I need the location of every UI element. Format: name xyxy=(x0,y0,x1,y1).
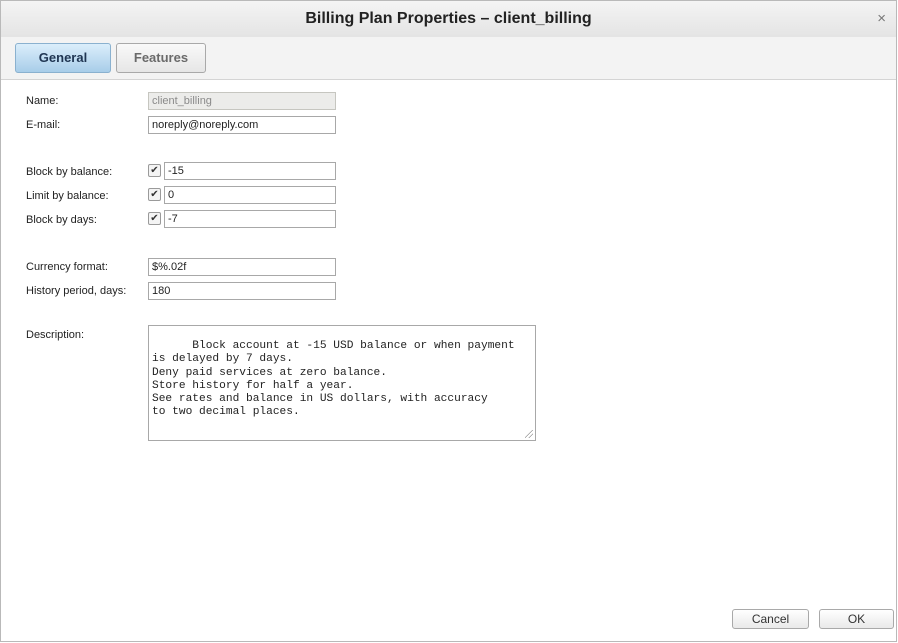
history-period-field[interactable] xyxy=(148,282,336,300)
description-label: Description: xyxy=(26,329,85,341)
name-label: Name: xyxy=(26,95,59,107)
block-by-balance-checkbox[interactable]: ✔ xyxy=(148,164,161,177)
tab-bar: General Features xyxy=(1,37,896,80)
billing-plan-dialog: Billing Plan Properties – client_billing… xyxy=(0,0,897,642)
dialog-title: Billing Plan Properties – client_billing xyxy=(305,10,592,27)
close-icon[interactable]: × xyxy=(877,11,886,27)
block-by-balance-field[interactable] xyxy=(164,162,336,180)
block-by-days-field[interactable] xyxy=(164,210,336,228)
currency-format-label: Currency format: xyxy=(26,261,108,273)
block-by-days-label: Block by days: xyxy=(26,214,97,226)
email-field[interactable] xyxy=(148,116,336,134)
name-field[interactable] xyxy=(148,92,336,110)
checkmark-icon: ✔ xyxy=(150,165,159,176)
general-tab-panel: Name: E-mail: Block by balance: ✔ Limit … xyxy=(1,80,896,640)
history-period-label: History period, days: xyxy=(26,285,127,297)
cancel-button[interactable]: Cancel xyxy=(732,609,809,629)
checkmark-icon: ✔ xyxy=(150,189,159,200)
tab-features[interactable]: Features xyxy=(116,43,206,73)
checkmark-icon: ✔ xyxy=(150,213,159,224)
tab-general[interactable]: General xyxy=(15,43,111,73)
limit-by-balance-label: Limit by balance: xyxy=(26,190,109,202)
ok-button[interactable]: OK xyxy=(819,609,894,629)
description-text: Block account at -15 USD balance or when… xyxy=(152,340,515,419)
currency-format-field[interactable] xyxy=(148,258,336,276)
limit-by-balance-checkbox[interactable]: ✔ xyxy=(148,188,161,201)
block-by-days-checkbox[interactable]: ✔ xyxy=(148,212,161,225)
title-bar: Billing Plan Properties – client_billing… xyxy=(1,1,896,38)
limit-by-balance-field[interactable] xyxy=(164,186,336,204)
resize-grip-icon[interactable] xyxy=(525,430,533,438)
description-textarea[interactable]: Block account at -15 USD balance or when… xyxy=(148,325,536,441)
block-by-balance-label: Block by balance: xyxy=(26,166,113,178)
email-label: E-mail: xyxy=(26,119,61,131)
